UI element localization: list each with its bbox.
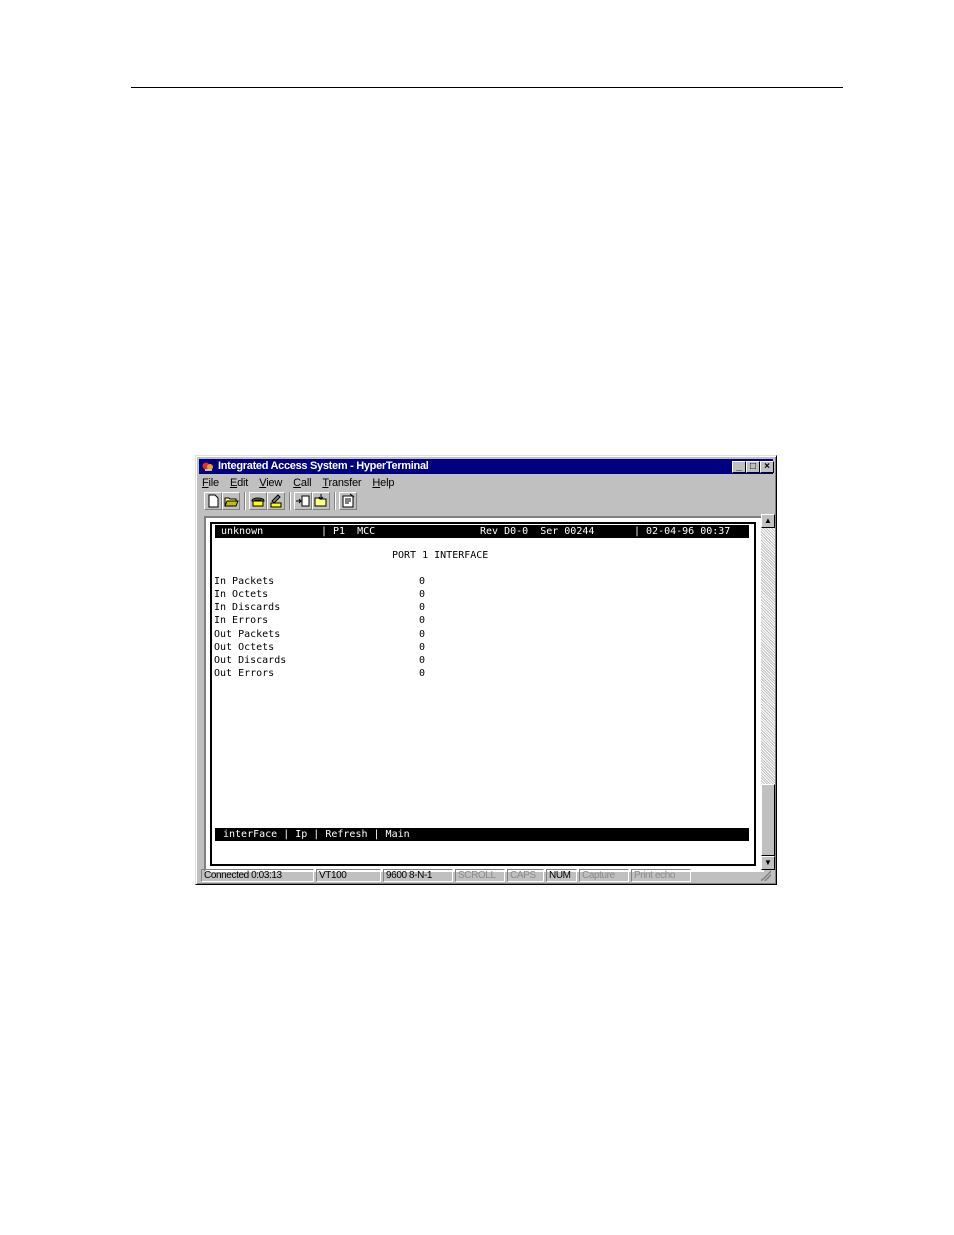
system-name: unknown	[221, 526, 264, 537]
page-header-rule	[131, 87, 843, 88]
stat-value: 0	[419, 615, 426, 626]
status-settings: 9600 8-N-1	[383, 869, 453, 882]
status-caps: CAPS	[507, 869, 544, 882]
toolbar-separator	[334, 492, 336, 510]
menu-help[interactable]: Help	[372, 477, 394, 489]
stat-value: 0	[419, 642, 426, 653]
window-title: Integrated Access System - HyperTerminal	[218, 460, 429, 472]
arrow-up-icon: ▲	[764, 516, 772, 525]
terminal-header-bar: unknown | P1 MCC Rev D0-0 Ser 00244 | 02…	[215, 525, 749, 538]
scroll-up-button[interactable]: ▲	[761, 514, 775, 528]
stat-label: Out Octets	[214, 642, 275, 653]
menu-file[interactable]: File	[202, 477, 219, 489]
receive-button[interactable]	[312, 492, 330, 510]
properties-button[interactable]	[339, 492, 357, 510]
stat-value: 0	[419, 602, 426, 613]
stat-value: 0	[419, 655, 426, 666]
scroll-down-button[interactable]: ▼	[761, 856, 775, 870]
title-bar[interactable]: Integrated Access System - HyperTerminal…	[199, 459, 774, 474]
terminal-frame: unknown | P1 MCC Rev D0-0 Ser 00244 | 02…	[204, 516, 764, 872]
stat-label: In Octets	[214, 589, 269, 600]
status-bar: Connected 0:03:13 VT100 9600 8-N-1 SCROL…	[199, 869, 773, 883]
maximize-icon: □	[749, 461, 757, 472]
menu-transfer[interactable]: Transfer	[322, 477, 361, 489]
status-connected: Connected 0:03:13	[201, 869, 314, 882]
status-print-echo: Print echo	[631, 869, 691, 882]
status-emulation: VT100	[316, 869, 381, 882]
new-document-icon	[208, 494, 219, 508]
minimize-button[interactable]: _	[732, 461, 746, 473]
close-icon: ×	[764, 461, 770, 472]
status-scroll: SCROLL	[455, 869, 505, 882]
new-connection-button[interactable]	[204, 492, 222, 510]
stat-label: In Errors	[214, 615, 269, 626]
hyperterminal-window: Integrated Access System - HyperTerminal…	[195, 455, 777, 885]
maximize-button[interactable]: □	[746, 461, 760, 473]
vertical-scrollbar[interactable]: ▲ ▼	[761, 514, 775, 870]
properties-icon	[342, 493, 355, 508]
resize-grip-icon[interactable]	[761, 871, 771, 881]
hyperterminal-app-icon[interactable]	[202, 461, 214, 472]
stat-value: 0	[419, 576, 426, 587]
stat-label: In Packets	[214, 576, 275, 587]
scroll-thumb[interactable]	[761, 784, 775, 856]
connect-button[interactable]	[249, 492, 267, 510]
receive-file-icon	[314, 494, 327, 507]
send-file-icon	[296, 495, 310, 507]
open-folder-icon	[224, 497, 239, 507]
arrow-down-icon: ▼	[764, 858, 772, 867]
revision-serial: Rev D0-0 Ser 00244	[480, 526, 595, 537]
send-button[interactable]	[294, 492, 312, 510]
toolbar-separator	[244, 492, 246, 510]
menu-edit[interactable]: Edit	[230, 477, 248, 489]
stat-label: Out Discards	[214, 655, 287, 666]
stat-label: In Discards	[214, 602, 281, 613]
open-button[interactable]	[222, 492, 240, 510]
status-capture: Capture	[579, 869, 629, 882]
port-info: | P1 MCC	[321, 526, 376, 537]
menu-bar: File Edit View Call Transfer Help	[202, 476, 402, 490]
toolbar-separator	[289, 492, 291, 510]
minimize-icon: _	[736, 461, 742, 472]
close-button[interactable]: ×	[760, 461, 774, 473]
disconnect-phone-icon	[270, 494, 282, 508]
stat-label: Out Packets	[214, 629, 281, 640]
stat-value: 0	[419, 589, 426, 600]
stat-value: 0	[419, 668, 426, 679]
scroll-track[interactable]	[761, 528, 775, 784]
connect-phone-icon	[251, 497, 265, 507]
screen-title: PORT 1 INTERFACE	[392, 550, 489, 561]
terminal-screen[interactable]: unknown | P1 MCC Rev D0-0 Ser 00244 | 02…	[210, 522, 756, 866]
status-num: NUM	[546, 869, 577, 882]
date-time: | 02-04-96 00:37	[634, 526, 731, 537]
terminal-command-bar: interFace | Ip | Refresh | Main	[215, 828, 749, 841]
disconnect-button[interactable]	[267, 492, 285, 510]
menu-call[interactable]: Call	[293, 477, 311, 489]
stat-value: 0	[419, 629, 426, 640]
stat-label: Out Errors	[214, 668, 275, 679]
menu-view[interactable]: View	[259, 477, 282, 489]
